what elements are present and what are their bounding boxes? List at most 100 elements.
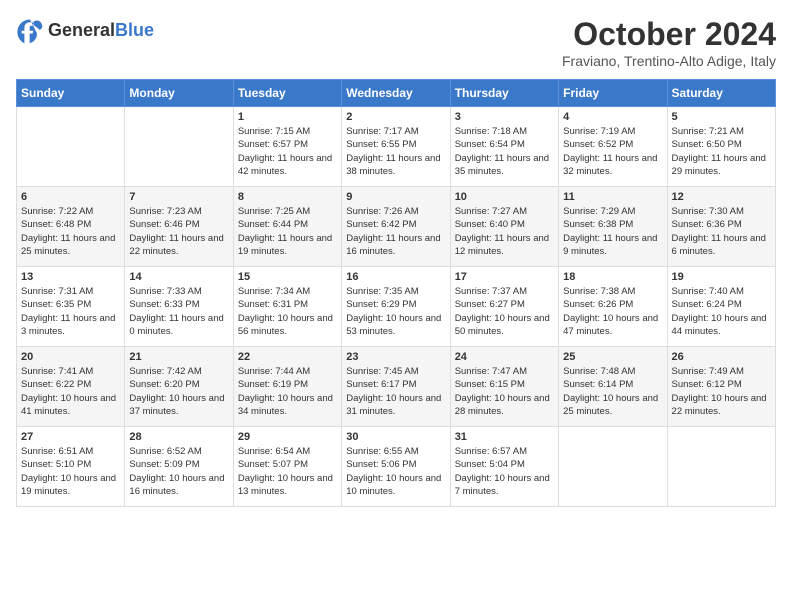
- day-number: 5: [672, 111, 771, 123]
- calendar-cell: [125, 107, 233, 187]
- calendar-cell: 7 Sunrise: 7:23 AM Sunset: 6:46 PM Daylig…: [125, 187, 233, 267]
- calendar-cell: 21 Sunrise: 7:42 AM Sunset: 6:20 PM Dayli…: [125, 347, 233, 427]
- day-number: 17: [455, 271, 554, 283]
- calendar-cell: 29 Sunrise: 6:54 AM Sunset: 5:07 PM Dayli…: [233, 427, 341, 507]
- cell-text: Sunrise: 6:55 AM Sunset: 5:06 PM Dayligh…: [346, 445, 445, 498]
- day-number: 28: [129, 431, 228, 443]
- location-title: Fraviano, Trentino-Alto Adige, Italy: [562, 53, 776, 69]
- cell-text: Sunrise: 6:54 AM Sunset: 5:07 PM Dayligh…: [238, 445, 337, 498]
- page-header: General Blue October 2024 Fraviano, Tren…: [16, 16, 776, 69]
- logo-blue: Blue: [115, 20, 154, 41]
- calendar-cell: 4Sunrise: 7:19 AM Sunset: 6:52 PM Daylig…: [559, 107, 667, 187]
- calendar-cell: 17 Sunrise: 7:37 AM Sunset: 6:27 PM Dayli…: [450, 267, 558, 347]
- cell-text: Sunrise: 7:29 AM Sunset: 6:38 PM Dayligh…: [563, 205, 662, 258]
- calendar-week-3: 13 Sunrise: 7:31 AM Sunset: 6:35 PM Dayli…: [17, 267, 776, 347]
- logo-general: General: [48, 20, 115, 41]
- cell-text: Sunrise: 6:57 AM Sunset: 5:04 PM Dayligh…: [455, 445, 554, 498]
- day-number: 14: [129, 271, 228, 283]
- day-number: 19: [672, 271, 771, 283]
- calendar-week-4: 20 Sunrise: 7:41 AM Sunset: 6:22 PM Dayli…: [17, 347, 776, 427]
- day-number: 27: [21, 431, 120, 443]
- calendar-cell: 14 Sunrise: 7:33 AM Sunset: 6:33 PM Dayli…: [125, 267, 233, 347]
- day-number: 24: [455, 351, 554, 363]
- calendar-cell: 20 Sunrise: 7:41 AM Sunset: 6:22 PM Dayli…: [17, 347, 125, 427]
- day-number: 12: [672, 191, 771, 203]
- calendar-week-1: 1Sunrise: 7:15 AM Sunset: 6:57 PM Daylig…: [17, 107, 776, 187]
- cell-text: Sunrise: 7:31 AM Sunset: 6:35 PM Dayligh…: [21, 285, 120, 338]
- calendar-cell: 6 Sunrise: 7:22 AM Sunset: 6:48 PM Daylig…: [17, 187, 125, 267]
- cell-text: Sunrise: 7:42 AM Sunset: 6:20 PM Dayligh…: [129, 365, 228, 418]
- cell-text: Sunrise: 7:47 AM Sunset: 6:15 PM Dayligh…: [455, 365, 554, 418]
- calendar-cell: [667, 427, 775, 507]
- cell-text: Sunrise: 7:49 AM Sunset: 6:12 PM Dayligh…: [672, 365, 771, 418]
- header-day-saturday: Saturday: [667, 80, 775, 107]
- cell-text: Sunrise: 7:27 AM Sunset: 6:40 PM Dayligh…: [455, 205, 554, 258]
- day-number: 21: [129, 351, 228, 363]
- calendar-cell: 15Sunrise: 7:34 AM Sunset: 6:31 PM Dayli…: [233, 267, 341, 347]
- cell-text: Sunrise: 7:26 AM Sunset: 6:42 PM Dayligh…: [346, 205, 445, 258]
- calendar-cell: 23 Sunrise: 7:45 AM Sunset: 6:17 PM Dayli…: [342, 347, 450, 427]
- cell-text: Sunrise: 7:41 AM Sunset: 6:22 PM Dayligh…: [21, 365, 120, 418]
- day-number: 6: [21, 191, 120, 203]
- header-row: SundayMondayTuesdayWednesdayThursdayFrid…: [17, 80, 776, 107]
- day-number: 25: [563, 351, 662, 363]
- cell-text: Sunrise: 7:38 AM Sunset: 6:26 PM Dayligh…: [563, 285, 662, 338]
- month-title: October 2024: [562, 16, 776, 53]
- day-number: 30: [346, 431, 445, 443]
- calendar-cell: 24 Sunrise: 7:47 AM Sunset: 6:15 PM Dayli…: [450, 347, 558, 427]
- calendar-body: 1Sunrise: 7:15 AM Sunset: 6:57 PM Daylig…: [17, 107, 776, 507]
- day-number: 20: [21, 351, 120, 363]
- calendar-week-5: 27 Sunrise: 6:51 AM Sunset: 5:10 PM Dayli…: [17, 427, 776, 507]
- cell-text: Sunrise: 7:33 AM Sunset: 6:33 PM Dayligh…: [129, 285, 228, 338]
- day-number: 9: [346, 191, 445, 203]
- calendar-cell: [559, 427, 667, 507]
- calendar-table: SundayMondayTuesdayWednesdayThursdayFrid…: [16, 79, 776, 507]
- day-number: 18: [563, 271, 662, 283]
- calendar-cell: 27 Sunrise: 6:51 AM Sunset: 5:10 PM Dayli…: [17, 427, 125, 507]
- calendar-cell: 13 Sunrise: 7:31 AM Sunset: 6:35 PM Dayli…: [17, 267, 125, 347]
- day-number: 29: [238, 431, 337, 443]
- day-number: 23: [346, 351, 445, 363]
- cell-text: Sunrise: 7:25 AM Sunset: 6:44 PM Dayligh…: [238, 205, 337, 258]
- cell-text: Sunrise: 7:21 AM Sunset: 6:50 PM Dayligh…: [672, 125, 771, 178]
- cell-text: Sunrise: 7:30 AM Sunset: 6:36 PM Dayligh…: [672, 205, 771, 258]
- calendar-cell: 18 Sunrise: 7:38 AM Sunset: 6:26 PM Dayli…: [559, 267, 667, 347]
- day-number: 16: [346, 271, 445, 283]
- cell-text: Sunrise: 7:34 AM Sunset: 6:31 PM Dayligh…: [238, 285, 337, 338]
- calendar-week-2: 6 Sunrise: 7:22 AM Sunset: 6:48 PM Daylig…: [17, 187, 776, 267]
- cell-text: Sunrise: 7:15 AM Sunset: 6:57 PM Dayligh…: [238, 125, 337, 178]
- calendar-cell: 16 Sunrise: 7:35 AM Sunset: 6:29 PM Dayli…: [342, 267, 450, 347]
- cell-text: Sunrise: 7:22 AM Sunset: 6:48 PM Dayligh…: [21, 205, 120, 258]
- header-day-sunday: Sunday: [17, 80, 125, 107]
- calendar-cell: 1Sunrise: 7:15 AM Sunset: 6:57 PM Daylig…: [233, 107, 341, 187]
- day-number: 7: [129, 191, 228, 203]
- day-number: 26: [672, 351, 771, 363]
- calendar-cell: 26 Sunrise: 7:49 AM Sunset: 6:12 PM Dayli…: [667, 347, 775, 427]
- calendar-cell: 19 Sunrise: 7:40 AM Sunset: 6:24 PM Dayli…: [667, 267, 775, 347]
- cell-text: Sunrise: 7:35 AM Sunset: 6:29 PM Dayligh…: [346, 285, 445, 338]
- cell-text: Sunrise: 7:45 AM Sunset: 6:17 PM Dayligh…: [346, 365, 445, 418]
- cell-text: Sunrise: 7:48 AM Sunset: 6:14 PM Dayligh…: [563, 365, 662, 418]
- cell-text: Sunrise: 6:52 AM Sunset: 5:09 PM Dayligh…: [129, 445, 228, 498]
- day-number: 3: [455, 111, 554, 123]
- header-day-tuesday: Tuesday: [233, 80, 341, 107]
- cell-text: Sunrise: 7:23 AM Sunset: 6:46 PM Dayligh…: [129, 205, 228, 258]
- cell-text: Sunrise: 7:44 AM Sunset: 6:19 PM Dayligh…: [238, 365, 337, 418]
- header-day-friday: Friday: [559, 80, 667, 107]
- logo: General Blue: [16, 16, 154, 44]
- calendar-cell: 25 Sunrise: 7:48 AM Sunset: 6:14 PM Dayli…: [559, 347, 667, 427]
- cell-text: Sunrise: 6:51 AM Sunset: 5:10 PM Dayligh…: [21, 445, 120, 498]
- cell-text: Sunrise: 7:40 AM Sunset: 6:24 PM Dayligh…: [672, 285, 771, 338]
- calendar-cell: 3Sunrise: 7:18 AM Sunset: 6:54 PM Daylig…: [450, 107, 558, 187]
- calendar-cell: 2Sunrise: 7:17 AM Sunset: 6:55 PM Daylig…: [342, 107, 450, 187]
- calendar-header: SundayMondayTuesdayWednesdayThursdayFrid…: [17, 80, 776, 107]
- calendar-cell: 11Sunrise: 7:29 AM Sunset: 6:38 PM Dayli…: [559, 187, 667, 267]
- logo-icon: [16, 16, 44, 44]
- day-number: 31: [455, 431, 554, 443]
- title-block: October 2024 Fraviano, Trentino-Alto Adi…: [562, 16, 776, 69]
- header-day-wednesday: Wednesday: [342, 80, 450, 107]
- cell-text: Sunrise: 7:37 AM Sunset: 6:27 PM Dayligh…: [455, 285, 554, 338]
- calendar-cell: 5 Sunrise: 7:21 AM Sunset: 6:50 PM Daylig…: [667, 107, 775, 187]
- day-number: 13: [21, 271, 120, 283]
- day-number: 22: [238, 351, 337, 363]
